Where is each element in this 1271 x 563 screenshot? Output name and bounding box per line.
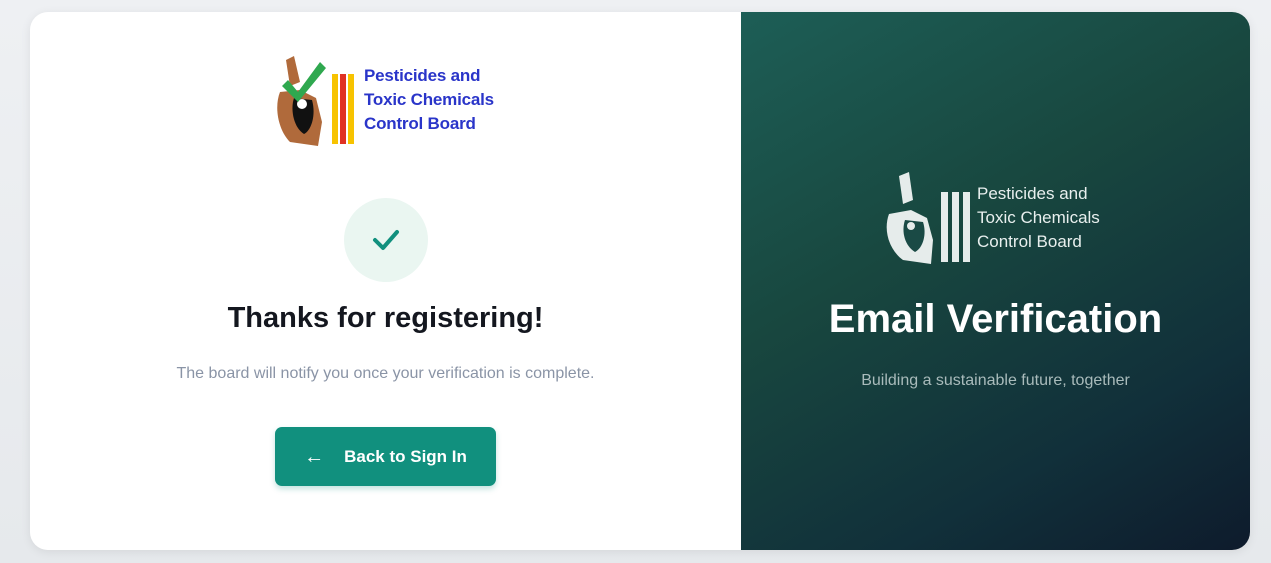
confirmation-message: The board will notify you once your veri… xyxy=(176,365,595,382)
verification-card: Pesticides and Toxic Chemicals Control B… xyxy=(30,12,1250,550)
check-icon xyxy=(373,230,399,250)
back-to-sign-in-label: Back to Sign In xyxy=(344,446,467,466)
page-background: Pesticides and Toxic Chemicals Control B… xyxy=(0,0,1271,563)
board-name-white: Pesticides and Toxic Chemicals Control B… xyxy=(977,182,1100,254)
board-emblem-icon xyxy=(277,56,354,146)
board-name-line1: Pesticides and xyxy=(364,66,481,85)
tagline: Building a sustainable future, together xyxy=(861,372,1130,389)
board-name-line3: Control Board xyxy=(364,114,476,133)
confirmation-panel: Pesticides and Toxic Chemicals Control B… xyxy=(30,12,741,550)
back-to-sign-in-button[interactable]: ← Back to Sign In xyxy=(275,427,496,486)
confirmation-title: Thanks for registering! xyxy=(227,302,544,334)
board-emblem-white-icon xyxy=(886,172,970,264)
email-verification-title: Email Verification xyxy=(828,297,1163,341)
board-name-white-line1: Pesticides and xyxy=(977,184,1088,203)
board-name-white-line2: Toxic Chemicals xyxy=(977,208,1100,227)
board-name-white-line3: Control Board xyxy=(977,232,1082,251)
board-logo-white: Pesticides and Toxic Chemicals Control B… xyxy=(881,170,1100,266)
success-badge xyxy=(344,198,428,282)
board-logo: Pesticides and Toxic Chemicals Control B… xyxy=(270,52,494,148)
branding-panel: Pesticides and Toxic Chemicals Control B… xyxy=(741,12,1250,550)
board-name: Pesticides and Toxic Chemicals Control B… xyxy=(364,64,494,136)
arrow-left-icon: ← xyxy=(304,445,325,468)
board-name-line2: Toxic Chemicals xyxy=(364,90,494,109)
